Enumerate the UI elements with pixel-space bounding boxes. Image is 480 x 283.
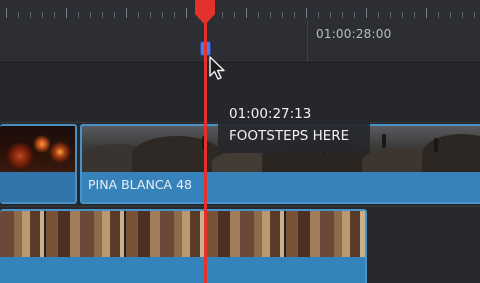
video-clip-lower[interactable] <box>0 209 367 283</box>
marker-tooltip: 01:00:27:13 FOOTSTEPS HERE <box>218 93 370 153</box>
ruler-tick <box>6 8 7 18</box>
ruler-tick <box>354 12 355 18</box>
ruler-tick <box>114 12 115 18</box>
ruler-tick <box>366 8 367 18</box>
clip-bar <box>0 257 365 283</box>
ruler-tick <box>126 8 127 18</box>
ruler-tick <box>162 12 163 18</box>
playhead-line[interactable] <box>204 10 207 283</box>
pointer-cursor-icon <box>209 56 225 80</box>
ruler-tick <box>438 12 439 18</box>
ruler-tick <box>402 12 403 18</box>
ruler-tick <box>66 8 67 18</box>
ruler-tick <box>426 8 427 18</box>
tooltip-timecode: 01:00:27:13 <box>229 106 312 122</box>
ruler-tick <box>150 12 151 18</box>
ruler-tick <box>234 12 235 18</box>
ruler-tick <box>462 12 463 18</box>
track-divider <box>0 206 480 207</box>
ruler-tick <box>90 12 91 18</box>
ruler-tick <box>186 8 187 18</box>
ruler-tick <box>414 12 415 18</box>
ruler-tick <box>30 12 31 18</box>
ruler-tick <box>102 12 103 18</box>
timeline-panel[interactable]: 01:00:28:00 PINA BLANCA 48 01:00:27:13 F… <box>0 0 480 283</box>
ruler-tick <box>294 12 295 18</box>
ruler-tick <box>18 12 19 18</box>
ruler-tick <box>390 12 391 18</box>
clip-bar <box>0 172 75 202</box>
ruler-tick <box>78 12 79 18</box>
ruler-timecode-label: 01:00:28:00 <box>316 27 392 41</box>
timecode-ruler[interactable]: 01:00:28:00 <box>0 0 480 63</box>
ruler-tick <box>246 8 247 18</box>
ruler-tick <box>270 12 271 18</box>
ruler-tick <box>342 12 343 18</box>
ruler-tick <box>282 12 283 18</box>
ruler-tick <box>54 12 55 18</box>
ruler-tick <box>138 12 139 18</box>
ruler-tick <box>174 12 175 18</box>
ruler-tick <box>450 12 451 18</box>
ruler-tick <box>42 12 43 18</box>
video-clip-fire[interactable] <box>0 124 77 204</box>
clip-thumbnail <box>0 211 365 259</box>
ruler-tick <box>258 12 259 18</box>
ruler-tick <box>474 12 475 18</box>
tooltip-marker-note: FOOTSTEPS HERE <box>229 128 350 144</box>
ruler-tick <box>330 12 331 18</box>
clip-name-label: PINA BLANCA 48 <box>88 177 192 192</box>
ruler-major-line <box>307 20 308 62</box>
ruler-tick <box>306 8 307 18</box>
ruler-tick <box>378 12 379 18</box>
ruler-tick <box>222 12 223 18</box>
playhead-icon[interactable] <box>194 0 216 26</box>
clip-thumbnail <box>0 126 75 174</box>
ruler-tick <box>318 12 319 18</box>
